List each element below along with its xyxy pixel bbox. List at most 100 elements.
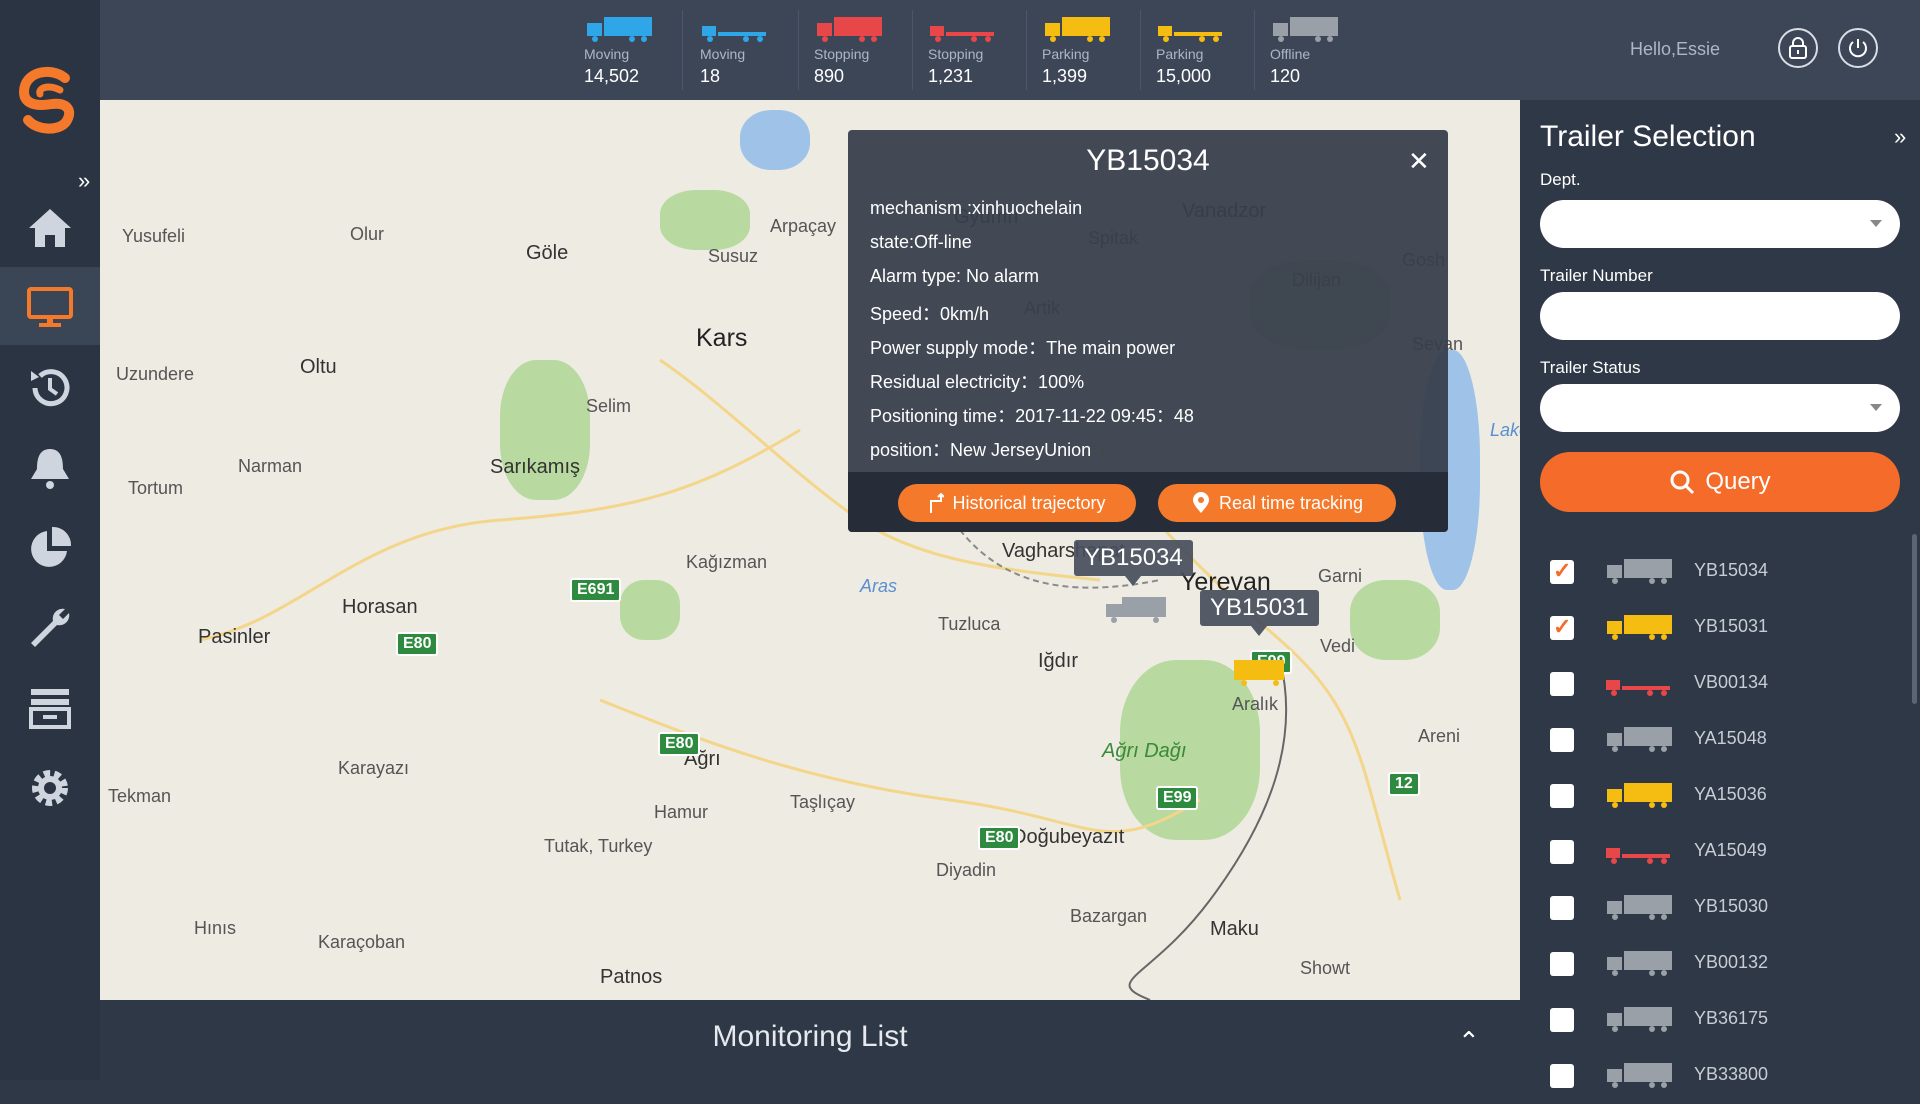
trailer-checkbox[interactable] [1550, 1008, 1574, 1032]
stat-value: 14,502 [584, 66, 640, 86]
truck-icon [1604, 1004, 1674, 1034]
map-place-label: Tekman [108, 786, 172, 806]
map-place-label: Pasinler [198, 626, 271, 648]
trailer-name: YA15036 [1694, 784, 1767, 804]
collapse-panel-icon[interactable]: » [1894, 124, 1906, 150]
trailer-checkbox[interactable] [1550, 672, 1574, 696]
query-button[interactable]: Query [1540, 452, 1900, 512]
archive-icon [29, 689, 71, 729]
trailer-checkbox[interactable] [1550, 1064, 1574, 1088]
map-place-label: Aralık [1232, 694, 1279, 714]
trailer-checkbox[interactable] [1550, 784, 1574, 808]
trailer-list-item[interactable]: YA15036 [1520, 768, 1900, 824]
trailer-list-item[interactable]: YB00132 [1520, 936, 1900, 992]
popup-info-row: Speed：0km/h [870, 304, 990, 324]
sidebar-item-pie-chart[interactable] [0, 509, 100, 587]
gear-icon [32, 770, 68, 806]
sidebar-item-monitor[interactable] [0, 267, 100, 345]
trailer-checkbox[interactable] [1550, 952, 1574, 976]
vehicle-tag[interactable]: YB15031 [1200, 590, 1319, 636]
power-button[interactable] [1838, 28, 1878, 68]
monitor-icon [27, 287, 73, 327]
stat-divider [1026, 10, 1027, 90]
map-place-label: Lake [1490, 420, 1520, 440]
expand-up-icon[interactable]: ⌃ [1458, 1026, 1480, 1057]
trailer-list-item[interactable]: YB15031 [1520, 600, 1900, 656]
map-place-label: Showt [1300, 958, 1351, 978]
panel-title: Trailer Selection [1540, 120, 1756, 153]
trailer-status-select[interactable] [1540, 384, 1900, 432]
trailer-list-item[interactable]: YB15030 [1520, 880, 1900, 936]
truck-icon [1270, 14, 1340, 42]
lock-button[interactable] [1778, 28, 1818, 68]
monitoring-list-bar[interactable]: Monitoring List ⌃ [100, 1000, 1520, 1080]
sidebar-item-bell[interactable] [0, 429, 100, 507]
map-place-label: Yusufeli [122, 226, 186, 246]
sidebar-item-wrench[interactable] [0, 589, 100, 667]
close-icon[interactable]: ✕ [1408, 146, 1430, 177]
left-sidebar: » [0, 0, 100, 1080]
vehicle-marker-yellow[interactable] [1230, 656, 1290, 686]
panel-scrollbar[interactable] [1912, 534, 1917, 704]
stat-divider [798, 10, 799, 90]
chevron-down-icon [1870, 404, 1882, 411]
vehicle-tag[interactable]: YB15034 [1074, 540, 1193, 586]
historical-trajectory-label: Historical trajectory [952, 492, 1106, 513]
trailer-number-input[interactable] [1540, 292, 1900, 340]
map-place-label: Ardahan [538, 100, 606, 105]
truck-icon [1604, 556, 1674, 586]
dept-label: Dept. [1540, 170, 1581, 189]
map-place-label: Sarıkamış [490, 456, 581, 478]
trailer-icon [1604, 668, 1674, 698]
search-icon [1670, 470, 1695, 495]
wrench-icon [31, 608, 70, 647]
stat-label: Stopping [928, 46, 984, 62]
map-place-label: Vedi [1320, 636, 1356, 656]
trailer-number-label: Trailer Number [1540, 266, 1653, 285]
historical-trajectory-button[interactable]: Historical trajectory [898, 484, 1136, 522]
trailer-list-item[interactable]: YB33800 [1520, 1048, 1900, 1104]
sidebar-item-home[interactable] [0, 189, 100, 267]
stat-label: Parking [1042, 46, 1090, 62]
truck-icon [584, 14, 654, 42]
stat-label: Moving [700, 46, 746, 62]
map-place-label: Selim [586, 396, 632, 416]
map-place-label: Kars [696, 324, 748, 352]
map-place-label: Taşlıçay [790, 792, 856, 812]
popup-title: YB15034 [1086, 144, 1210, 177]
truck-icon [814, 14, 884, 42]
map-view[interactable]: Ardahan Yusufeli Olur Göle Arpaçay Susuz Kars U… [100, 100, 1520, 1000]
trailer-list-item[interactable]: YA15049 [1520, 824, 1900, 880]
history-icon [31, 369, 70, 407]
trailer-name: YB15034 [1694, 560, 1769, 580]
stat-label: Parking [1156, 46, 1204, 62]
truck-icon [1042, 14, 1112, 42]
real-time-tracking-button[interactable]: Real time tracking [1158, 484, 1396, 522]
popup-info-row: Power supply mode：The main power [870, 338, 1176, 358]
map-place-label: Kağızman [686, 552, 768, 572]
truck-icon [1604, 612, 1674, 642]
sidebar-item-archive[interactable] [0, 669, 100, 747]
dept-select[interactable] [1540, 200, 1900, 248]
map-place-label: Uzundere [116, 364, 195, 384]
trailer-name: YB15030 [1694, 896, 1769, 916]
sidebar-item-gear[interactable] [0, 749, 100, 827]
trailer-list-item[interactable]: VB00134 [1520, 656, 1900, 712]
trailer-checkbox[interactable] [1550, 840, 1574, 864]
map-place-label: Doğubeyazıt [1012, 826, 1125, 848]
stat-value: 1,231 [928, 66, 974, 86]
sidebar-item-history[interactable] [0, 349, 100, 427]
trailer-name: YB33800 [1694, 1064, 1769, 1084]
trailer-list-item[interactable]: YB36175 [1520, 992, 1900, 1048]
trailer-checkbox[interactable] [1550, 896, 1574, 920]
trailer-list-item[interactable]: YA15048 [1520, 712, 1900, 768]
trailer-checkbox[interactable] [1550, 558, 1574, 584]
query-label: Query [1705, 468, 1771, 495]
vehicle-marker-grey[interactable] [1100, 594, 1170, 624]
trailer-checkbox[interactable] [1550, 614, 1574, 640]
trailer-name: YB15031 [1694, 616, 1769, 636]
map-place-label: Susuz [708, 246, 759, 266]
trailer-checkbox[interactable] [1550, 728, 1574, 752]
lock-icon [1789, 37, 1807, 59]
trailer-list-item[interactable]: YB15034 [1520, 544, 1900, 600]
